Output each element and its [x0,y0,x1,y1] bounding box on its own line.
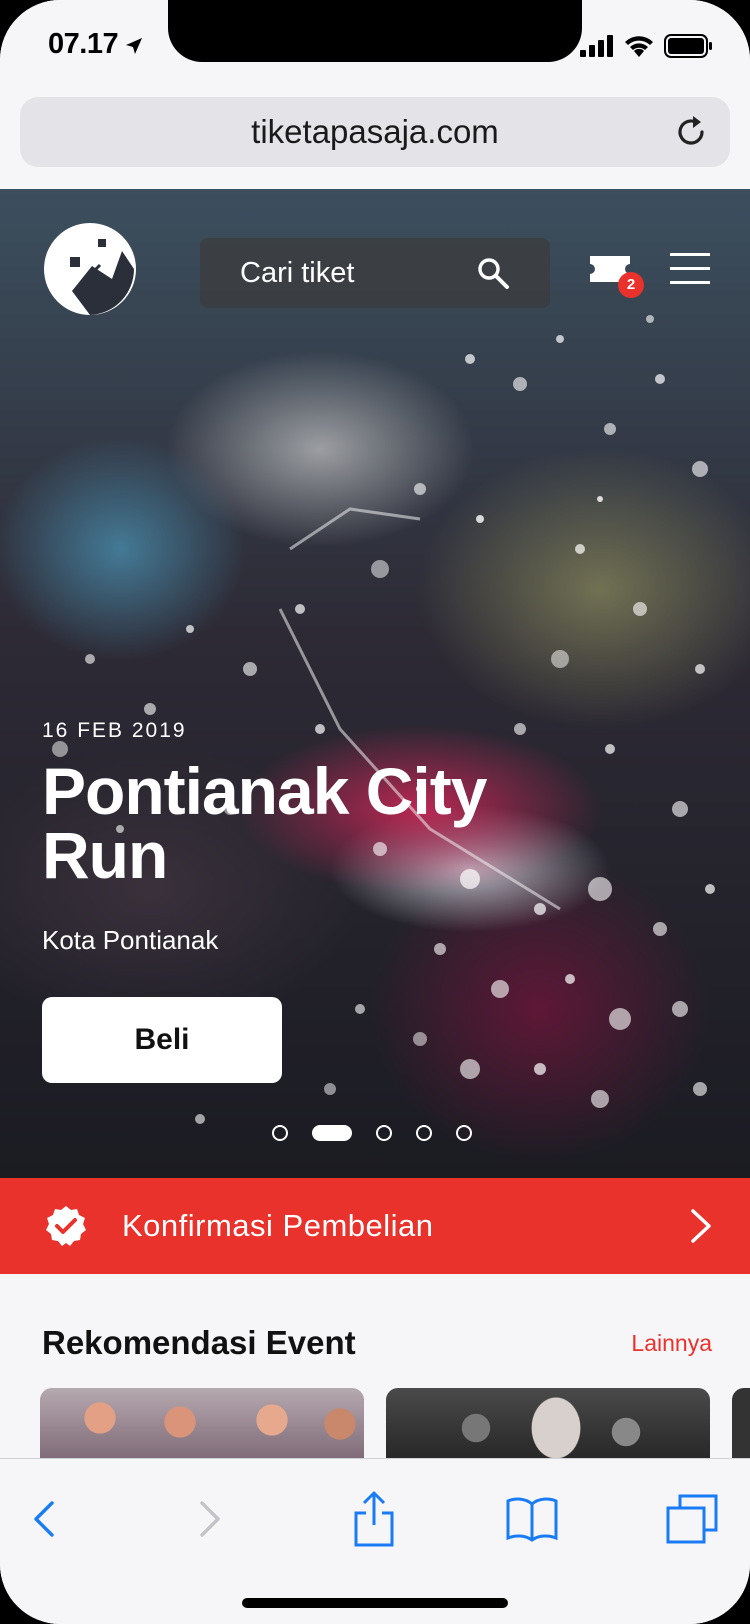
back-icon[interactable] [32,1499,56,1539]
event-title: Pontianak City Run [42,754,487,892]
carousel-dot-active[interactable] [312,1125,352,1141]
wifi-icon [625,36,653,57]
tabs-button[interactable] [662,1489,722,1549]
section-title: Rekomendasi Event [42,1324,356,1361]
signal-icon [580,35,613,57]
bookmarks-icon[interactable] [505,1496,559,1542]
phone-screen: 07.17 tiketapasaja.com Cari tiket 2 16 F… [0,0,750,1624]
forward-icon[interactable] [198,1499,222,1539]
battery-icon [664,34,712,58]
confirm-purchase-label[interactable]: Konfirmasi Pembelian [122,1208,434,1244]
cart-badge: 2 [618,272,644,298]
location-arrow-icon [126,38,142,54]
verified-badge-icon [46,1206,86,1246]
search-input[interactable]: Cari tiket [240,257,354,290]
chevron-right-icon [691,1209,711,1243]
search-bar[interactable]: Cari tiket [200,238,550,308]
share-button[interactable] [344,1489,404,1549]
back-button[interactable] [14,1489,74,1549]
status-time: 07.17 [48,28,119,60]
status-bar: 07.17 [0,0,750,92]
tabs-icon[interactable] [666,1494,718,1544]
carousel-dot[interactable] [416,1125,432,1141]
carousel-dot[interactable] [456,1125,472,1141]
see-more-link[interactable]: Lainnya [631,1330,712,1357]
home-indicator[interactable] [242,1598,508,1608]
forward-button[interactable] [180,1489,240,1549]
brand-logo[interactable] [42,221,138,317]
notch [168,0,582,62]
event-location: Kota Pontianak [42,925,219,955]
carousel-indicator [272,1125,496,1141]
bookmarks-button[interactable] [502,1489,562,1549]
recommendations-section: Rekomendasi Event Lainnya [0,1274,750,1478]
reload-icon[interactable] [672,113,710,151]
share-icon[interactable] [352,1491,396,1547]
url-text[interactable]: tiketapasaja.com [20,113,730,151]
browser-toolbar [0,1458,750,1624]
carousel-dot[interactable] [272,1125,288,1141]
address-bar[interactable]: tiketapasaja.com [20,97,730,167]
menu-icon[interactable] [670,251,710,287]
hero-banner[interactable]: Cari tiket 2 16 FEB 2019 Pontianak City … [0,189,750,1178]
status-icons [580,34,714,58]
carousel-dot[interactable] [376,1125,392,1141]
confirm-purchase-bar[interactable]: Konfirmasi Pembelian [0,1178,750,1274]
search-icon[interactable] [476,256,510,290]
event-date: 16 FEB 2019 [42,719,187,742]
buy-button[interactable]: Beli [42,997,282,1083]
